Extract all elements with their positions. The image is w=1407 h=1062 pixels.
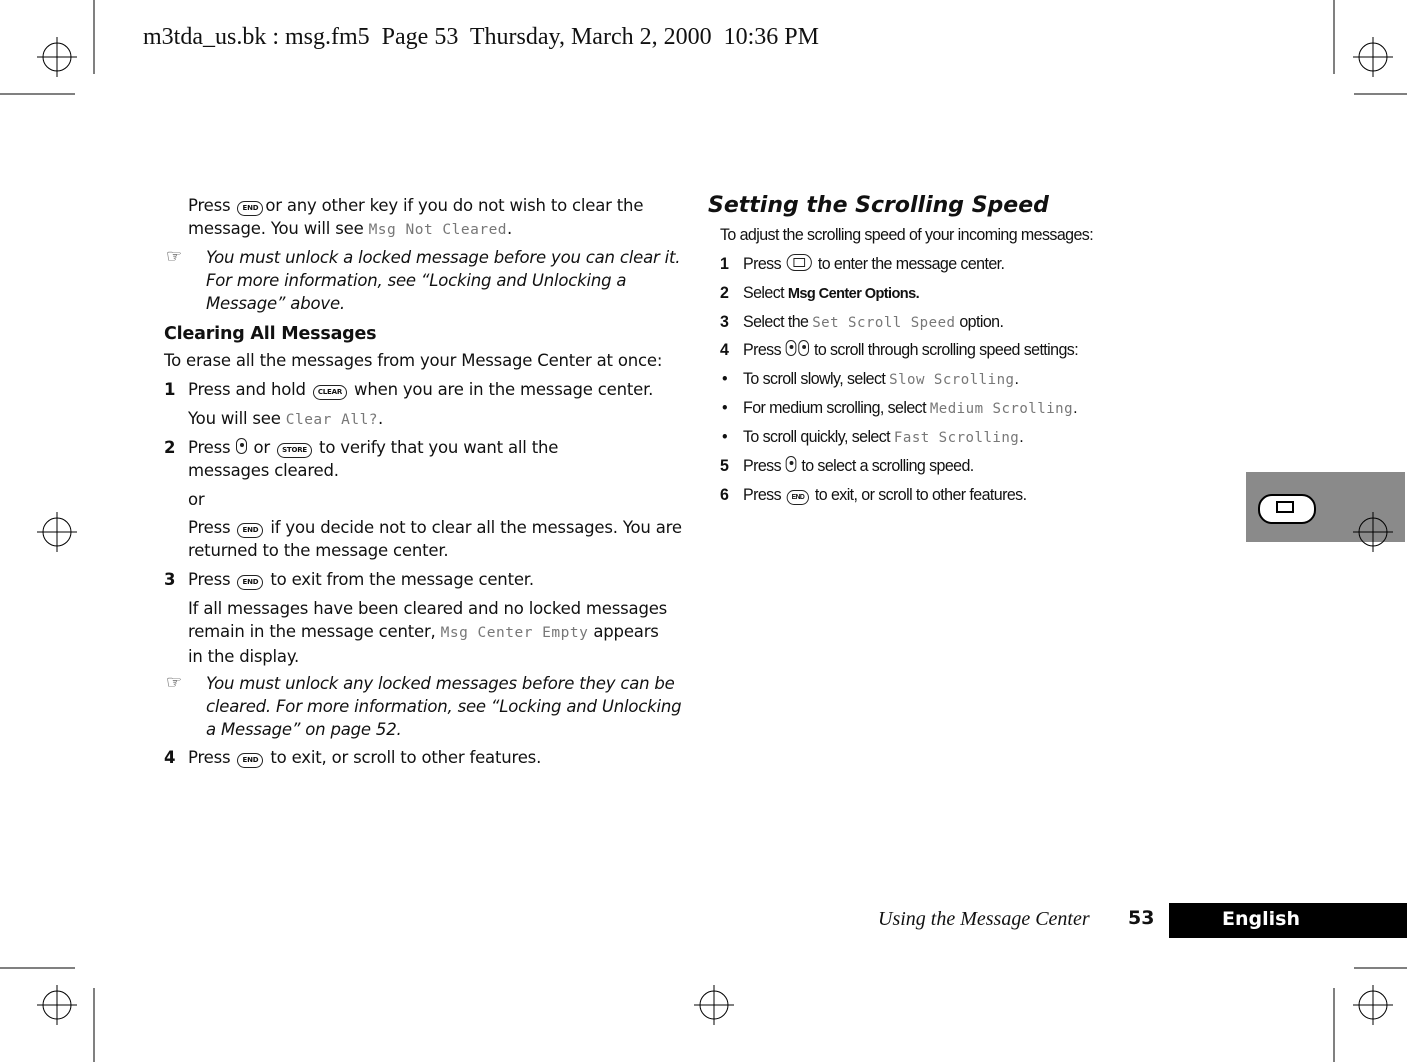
end-key-icon: END [237, 575, 264, 590]
section-heading: Clearing All Messages [164, 324, 377, 344]
step-number: 3 [720, 313, 729, 331]
step-detail: If all messages have been cleared and no… [188, 599, 668, 666]
note: You must unlock any locked messages befo… [206, 674, 682, 739]
end-key-icon: END [237, 201, 264, 216]
step-number: 3 [164, 570, 176, 589]
bullet-icon: • [722, 370, 728, 388]
running-footer: Using the Message Center [878, 908, 1090, 930]
step-detail: You will see Clear All?. [188, 409, 384, 428]
step-number: 4 [164, 748, 176, 767]
select-key-icon [236, 438, 248, 454]
step-number: 2 [164, 438, 176, 457]
intro: To adjust the scrolling speed of your in… [720, 226, 1094, 244]
step: Select Msg Center Options. [743, 284, 920, 302]
step-alternative: Press END if you decide not to clear all… [188, 518, 682, 560]
step: Press END to exit, or scroll to other fe… [188, 748, 542, 768]
step: Press or STORE to verify that you want a… [188, 438, 559, 480]
print-slug: m3tda_us.bk : msg.fm5 Page 53 Thursday, … [143, 24, 819, 50]
page-number: 53 [1128, 907, 1155, 929]
language-label: English [1222, 908, 1300, 930]
select-key-icon [785, 456, 797, 472]
or-text: or [188, 490, 205, 509]
display-text: Msg Not Cleared [368, 222, 508, 238]
note: You must unlock a locked message before … [206, 248, 681, 313]
intro: To erase all the messages from your Mess… [164, 351, 663, 370]
message-key-icon [1258, 494, 1316, 524]
step-number: 4 [720, 341, 729, 359]
registration-mark [1353, 512, 1393, 552]
end-key-icon: END [786, 490, 810, 505]
language-bar: English [1169, 903, 1407, 938]
store-key-icon: STORE [277, 443, 313, 458]
end-key-icon: END [237, 523, 264, 538]
step-number: 5 [720, 457, 729, 475]
pointing-hand-icon: ☞ [166, 246, 183, 267]
step-number: 2 [720, 284, 729, 302]
step: Press to select a scrolling speed. [743, 456, 974, 475]
bullet-item: For medium scrolling, select Medium Scro… [743, 399, 1078, 417]
step: Press to scroll through scrolling speed … [743, 340, 1079, 359]
step: Press END to exit from the message cente… [188, 570, 534, 590]
clear-key-icon: CLEAR [312, 385, 348, 400]
scroll-up-key-icon [785, 340, 797, 356]
section-heading: Setting the Scrolling Speed [708, 193, 1049, 218]
step: Press to enter the message center. [743, 254, 1005, 273]
step: Press and hold CLEAR when you are in the… [188, 380, 654, 400]
step: Select the Set Scroll Speed option. [743, 313, 1004, 331]
step-number: 1 [164, 380, 176, 399]
step-number: 1 [720, 255, 729, 273]
pointing-hand-icon: ☞ [166, 672, 183, 693]
step-number: 6 [720, 486, 729, 504]
bullet-icon: • [722, 428, 728, 446]
scroll-down-key-icon [798, 340, 810, 356]
bullet-item: To scroll slowly, select Slow Scrolling. [743, 370, 1019, 388]
message-key-icon [786, 254, 813, 271]
end-key-icon: END [237, 753, 264, 768]
step: Press END to exit, or scroll to other fe… [743, 486, 1027, 505]
paragraph: Press END or any other key if you do not … [188, 196, 644, 238]
bullet-item: To scroll quickly, select Fast Scrolling… [743, 428, 1024, 446]
registration-mark [37, 37, 77, 77]
bullet-icon: • [722, 399, 728, 417]
